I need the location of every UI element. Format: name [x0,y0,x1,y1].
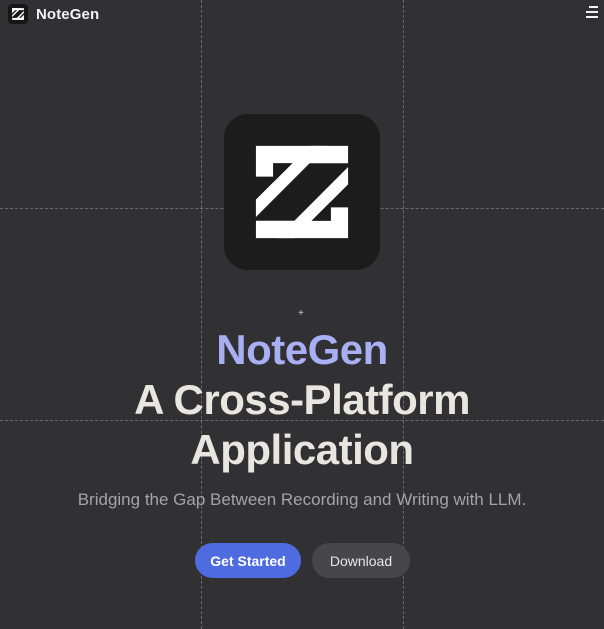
hero-title-brand: NoteGen [216,326,388,373]
notegen-logo-icon [255,145,349,239]
hamburger-menu-icon[interactable] [584,5,598,19]
top-navigation: NoteGen [0,0,604,28]
brand-home-link[interactable]: NoteGen [8,4,99,24]
notegen-logo-icon [8,4,28,24]
download-button[interactable]: Download [312,543,410,578]
grid-guide-vertical-right [403,0,404,629]
hero-title-line-1: A Cross-Platform [134,376,470,423]
hero-title-line-2: Application [190,426,414,473]
hero-app-logo [224,114,380,270]
center-marker: + [298,308,304,319]
brand-name: NoteGen [36,5,100,23]
grid-guide-vertical-left [201,0,202,629]
hero-subtitle: Bridging the Gap Between Recording and W… [77,490,527,509]
get-started-button[interactable]: Get Started [195,543,301,578]
